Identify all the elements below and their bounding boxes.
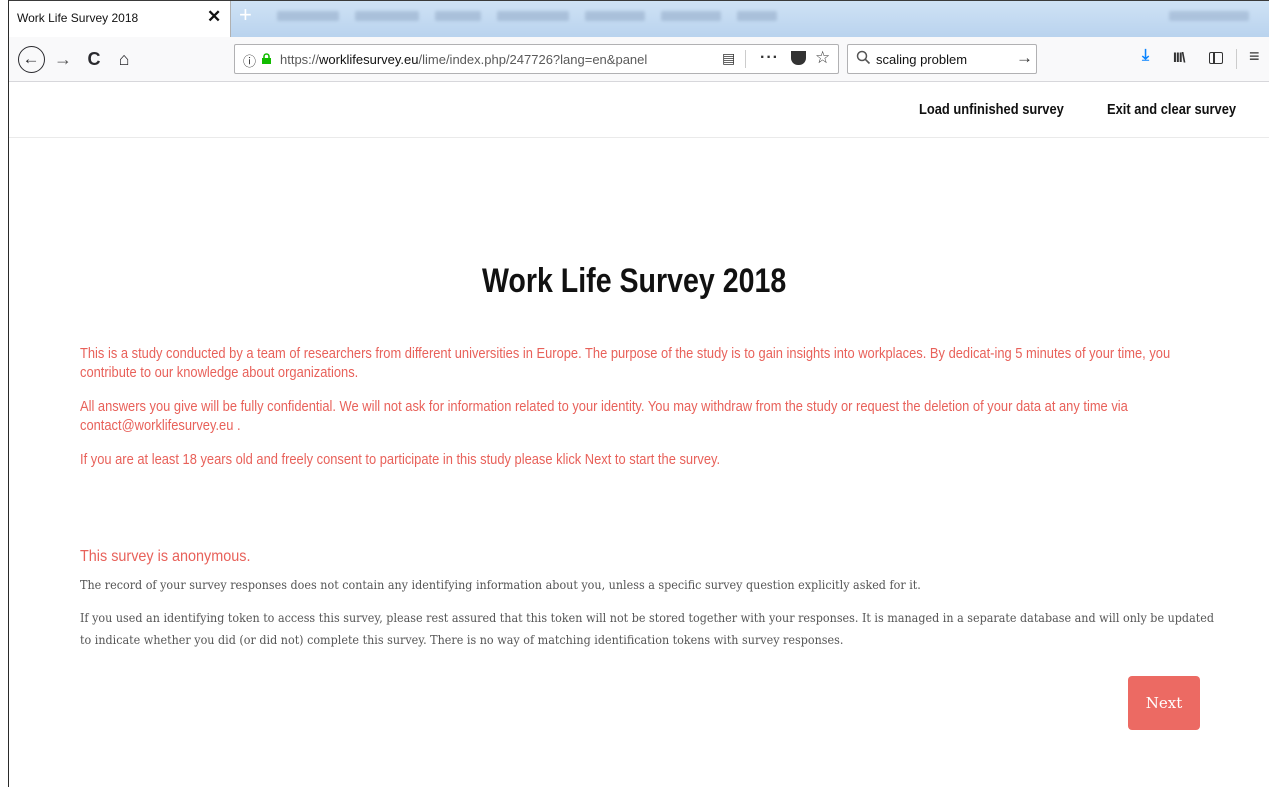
exit-and-clear-survey-link[interactable]: Exit and clear survey: [1107, 101, 1236, 118]
browser-toolbar: ← → C ⌂ ⓘ https://worklifesurvey.eu/lime…: [9, 37, 1269, 82]
anonymous-notice-2-text: If you used an identifying token to acce…: [80, 611, 1214, 647]
reload-icon[interactable]: C: [81, 37, 107, 81]
intro-paragraph-1-text: This is a study conducted by a team of r…: [80, 345, 1171, 381]
url-scheme: https://: [280, 52, 320, 67]
anonymous-notice-1-text: The record of your survey responses does…: [80, 578, 921, 592]
site-info-icon[interactable]: ⓘ: [243, 51, 256, 70]
intro-paragraph-2-text: All answers you give will be fully confi…: [80, 398, 1128, 434]
bookmark-star-icon[interactable]: ☆: [815, 48, 830, 68]
url-path: /lime/index.php/247726?lang=en&panel: [418, 52, 648, 67]
next-button[interactable]: Next: [1128, 676, 1200, 730]
search-go-icon[interactable]: →: [1016, 48, 1033, 68]
intro-paragraph-3: If you are at least 18 years old and fre…: [80, 450, 1220, 469]
anonymous-notice-1: The record of your survey responses does…: [80, 574, 1220, 596]
new-tab-button[interactable]: +: [239, 4, 252, 26]
sidebar-toggle-icon[interactable]: [1209, 52, 1223, 64]
hamburger-menu-icon[interactable]: ≡: [1249, 46, 1260, 67]
forward-arrow-icon[interactable]: →: [49, 37, 77, 81]
home-icon[interactable]: ⌂: [111, 37, 137, 81]
anonymous-notice-2: If you used an identifying token to acce…: [80, 607, 1220, 651]
url-text[interactable]: https://worklifesurvey.eu/lime/index.php…: [280, 52, 700, 67]
tab-strip: Work Life Survey 2018 ✕ +: [9, 1, 1269, 37]
search-bar[interactable]: →: [847, 44, 1037, 74]
intro-paragraph-1: This is a study conducted by a team of r…: [80, 344, 1220, 382]
intro-paragraph-3-text: If you are at least 18 years old and fre…: [80, 451, 721, 468]
search-icon: [856, 50, 871, 65]
intro-paragraph-2: All answers you give will be fully confi…: [80, 397, 1220, 435]
blurred-window-title: [1169, 11, 1249, 21]
reader-view-icon[interactable]: ▤: [722, 50, 735, 67]
back-arrow-icon: ←: [17, 45, 45, 73]
library-icon[interactable]: III\: [1173, 49, 1186, 65]
url-bar-divider: [745, 50, 746, 68]
pocket-icon[interactable]: [791, 51, 806, 65]
tab-work-life-survey[interactable]: Work Life Survey 2018 ✕: [9, 1, 231, 37]
load-unfinished-survey-link[interactable]: Load unfinished survey: [919, 101, 1064, 118]
blurred-bookmarks: [277, 11, 777, 23]
toolbar-divider: [1236, 49, 1237, 69]
search-input[interactable]: [876, 49, 1006, 69]
downloads-icon[interactable]: ⤓: [1142, 47, 1149, 65]
survey-title: Work Life Survey 2018: [0, 262, 1269, 301]
survey-title-text: Work Life Survey 2018: [482, 262, 787, 300]
anonymous-heading-text: This survey is anonymous.: [80, 548, 251, 565]
page-actions-icon[interactable]: ···: [760, 49, 779, 67]
url-host: worklifesurvey.eu: [319, 52, 419, 67]
close-tab-icon[interactable]: ✕: [207, 7, 221, 27]
survey-top-nav: Load unfinished survey Exit and clear su…: [9, 82, 1269, 138]
secure-lock-icon[interactable]: [261, 53, 272, 64]
url-bar[interactable]: ⓘ https://worklifesurvey.eu/lime/index.p…: [234, 44, 839, 74]
anonymous-heading: This survey is anonymous.: [80, 548, 269, 566]
tab-title: Work Life Survey 2018: [17, 11, 139, 25]
back-button[interactable]: ←: [14, 37, 48, 81]
